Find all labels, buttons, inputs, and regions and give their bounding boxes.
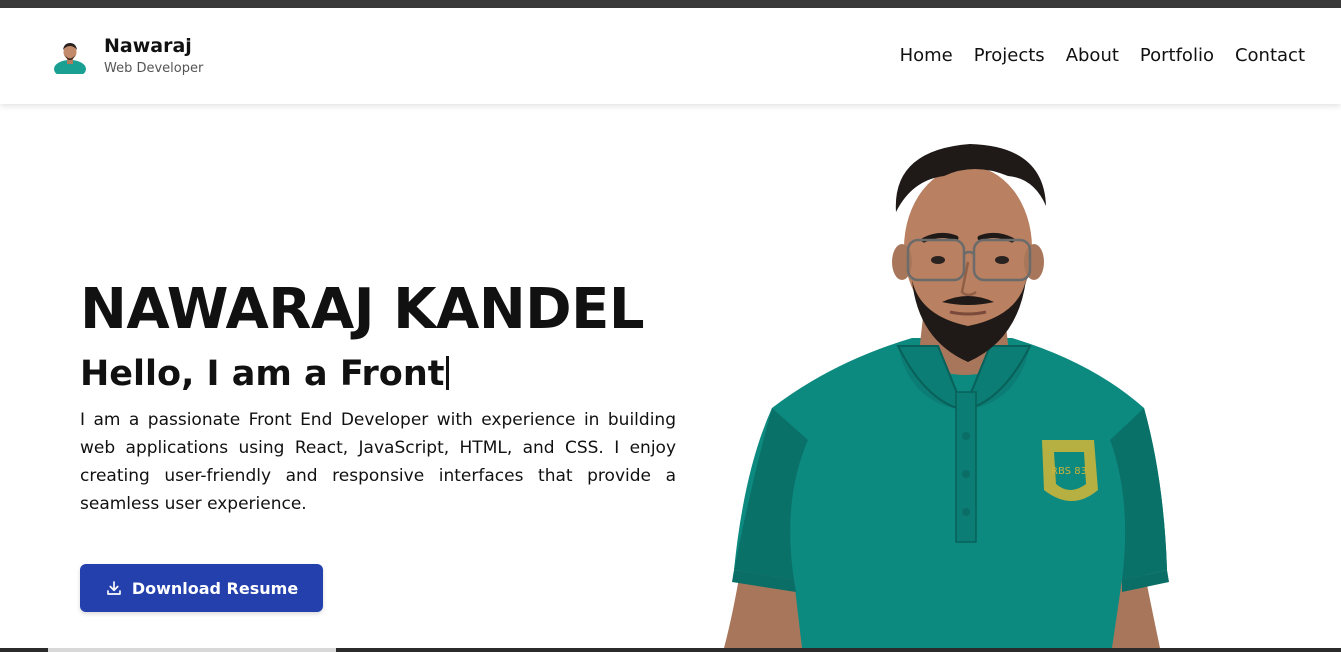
hero-greeting: Hello, I am a Front — [80, 352, 676, 396]
greeting-prefix: Hello, I am a — [80, 354, 340, 394]
download-resume-label: Download Resume — [131, 578, 299, 598]
browser-bottom-bar — [0, 648, 1341, 652]
hero-intro: NAWARAJ KANDEL Hello, I am a Front I am … — [80, 280, 676, 518]
hero-section: NAWARAJ KANDEL Hello, I am a Front I am … — [0, 104, 1341, 648]
profile-photo: RBS 83 — [712, 140, 1182, 648]
nav-link-home[interactable]: Home — [900, 44, 953, 68]
download-resume-button[interactable]: Download Resume — [80, 564, 323, 612]
brand[interactable]: Nawaraj Web Developer — [52, 34, 203, 79]
brand-name: Nawaraj — [104, 34, 192, 57]
brand-role: Web Developer — [104, 60, 204, 76]
taskbar-segment — [48, 648, 336, 652]
hero-name: NAWARAJ KANDEL — [80, 277, 645, 342]
hero-description: I am a passionate Front End Developer wi… — [80, 410, 676, 514]
nav-link-about[interactable]: About — [1066, 44, 1119, 68]
typed-role: Front — [339, 354, 445, 394]
shirt-badge-text: RBS 83 — [1051, 466, 1087, 477]
navbar: Nawaraj Web Developer Home Projects Abou… — [0, 8, 1341, 104]
browser-top-bar — [0, 0, 1341, 8]
nav-link-portfolio[interactable]: Portfolio — [1140, 44, 1214, 68]
nav-links: Home Projects About Portfolio Contact — [900, 44, 1305, 68]
download-icon — [106, 581, 121, 595]
avatar — [52, 38, 88, 74]
nav-link-projects[interactable]: Projects — [974, 44, 1045, 68]
nav-link-contact[interactable]: Contact — [1235, 44, 1305, 68]
typing-cursor — [446, 356, 450, 390]
shirt-badge: RBS 83 — [1042, 440, 1098, 501]
